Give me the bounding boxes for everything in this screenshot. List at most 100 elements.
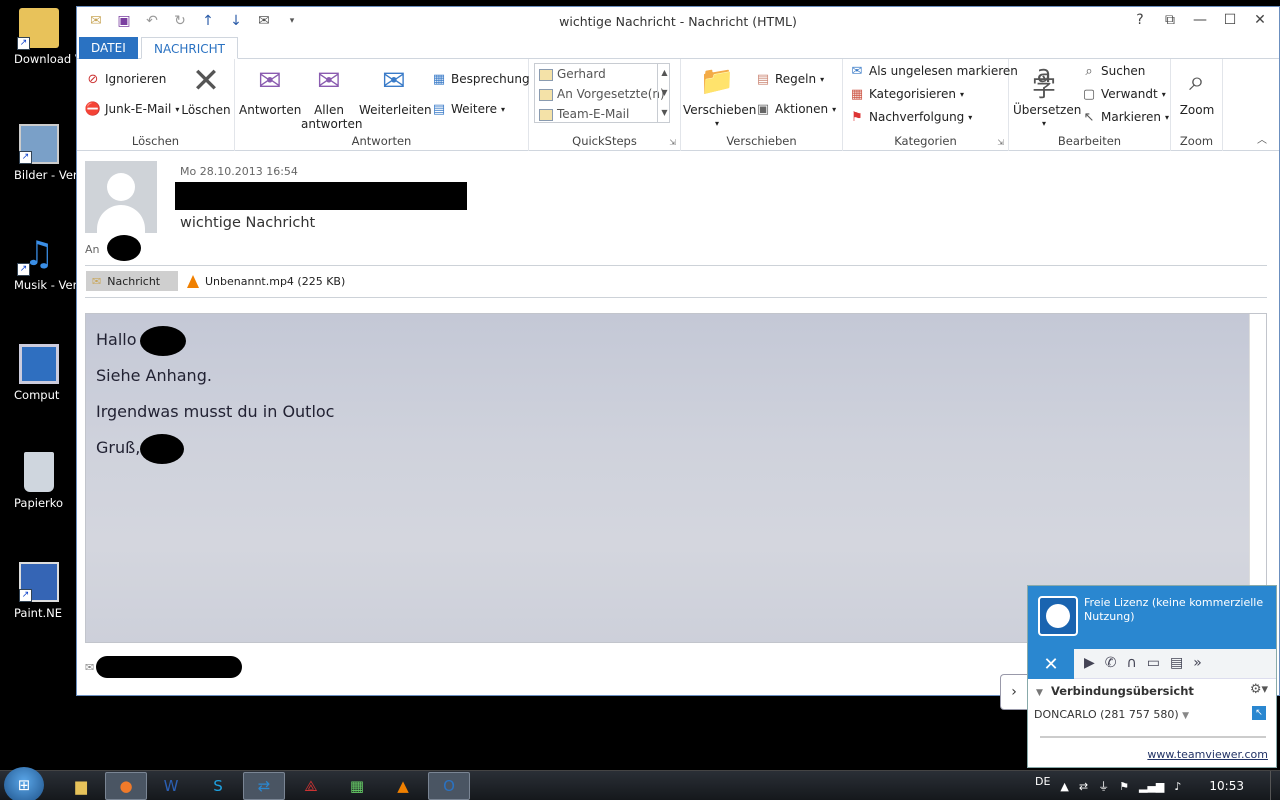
dialog-launcher-icon[interactable]: ⇲: [997, 138, 1004, 147]
translate-button[interactable]: a字 Übersetzen ▾: [1013, 60, 1081, 131]
delete-button[interactable]: ✕ Löschen: [181, 63, 231, 117]
teamviewer-link[interactable]: www.teamviewer.com: [1147, 748, 1268, 761]
follow-up-button[interactable]: ⚑ Nachverfolgung ▾: [849, 109, 972, 125]
tab-file[interactable]: DATEI: [79, 37, 138, 59]
cursor-icon: ↖: [1083, 109, 1095, 125]
ribbon-display-icon[interactable]: ⧉: [1155, 9, 1185, 31]
video-icon[interactable]: ▶: [1084, 655, 1095, 671]
group-label: Bearbeiten: [1057, 134, 1122, 148]
ignore-button[interactable]: ⊘ Ignorieren: [85, 71, 167, 87]
maximize-button[interactable]: ☐: [1215, 9, 1245, 31]
zoom-button[interactable]: ⌕ Zoom: [1175, 63, 1219, 118]
translate-icon: a字: [1032, 60, 1056, 102]
dropdown-icon: ▾: [1161, 89, 1166, 99]
desktop-icon-pictures[interactable]: ↗ Bilder - Verkn: [0, 124, 78, 182]
chat-icon[interactable]: ▭: [1147, 655, 1160, 671]
actions-button[interactable]: ▣ Aktionen ▾: [755, 101, 836, 117]
quickstep-gerhard[interactable]: Gerhard: [535, 64, 669, 84]
volume-icon[interactable]: ♪: [1174, 780, 1181, 793]
desktop-icon-paintnet[interactable]: ↗ Paint.NE: [0, 562, 78, 620]
to-label: An: [85, 243, 100, 256]
skype-icon[interactable]: S: [197, 772, 239, 800]
group-label: QuickSteps: [572, 134, 637, 148]
divider: [85, 265, 1267, 266]
collapse-ribbon-icon[interactable]: ︿: [1257, 131, 1267, 146]
group-label: Löschen: [131, 134, 180, 148]
rules-icon: ▤: [756, 71, 770, 87]
signature-redacted: [140, 434, 184, 464]
pointer-icon[interactable]: ↖: [1252, 706, 1266, 720]
pictures-icon: ↗: [19, 124, 59, 164]
junk-button[interactable]: ⛔ Junk-E-Mail ▾: [85, 101, 179, 117]
junk-icon: ⛔: [84, 101, 102, 117]
desktop-icon-music[interactable]: ♫↗ Musik - Verkn: [0, 234, 78, 292]
more-button[interactable]: ▤ Weitere ▾: [431, 101, 505, 117]
start-button[interactable]: ⊞: [4, 767, 44, 800]
related-button[interactable]: ▢ Verwandt ▾: [1081, 86, 1166, 102]
reply-button[interactable]: ✉ Antworten: [239, 63, 301, 118]
more-icon[interactable]: »: [1193, 655, 1202, 671]
categorize-button[interactable]: ▦ Kategorisieren ▾: [849, 86, 964, 102]
expand-panel-button[interactable]: ›: [1000, 674, 1027, 710]
network-plug-icon[interactable]: ⏚: [1098, 778, 1109, 794]
headset-icon[interactable]: ∩: [1127, 655, 1137, 671]
show-desktop-button[interactable]: [1270, 771, 1280, 800]
picasa-icon[interactable]: ▦: [336, 772, 378, 800]
reply-all-button[interactable]: ✉ Allen antworten: [301, 63, 362, 132]
phone-icon[interactable]: ✆: [1105, 655, 1117, 671]
delete-x-icon: ✕: [191, 61, 221, 101]
select-button[interactable]: ↖ Markieren ▾: [1081, 109, 1169, 125]
gallery-more-icon[interactable]: ▼: [658, 103, 671, 123]
gear-icon[interactable]: ⚙▾: [1250, 682, 1268, 697]
language-indicator[interactable]: DE: [1035, 775, 1050, 788]
close-session-button[interactable]: ✕: [1028, 649, 1074, 679]
message-tab[interactable]: ✉ Nachricht: [86, 271, 178, 291]
reply-icon: ✉: [258, 64, 282, 97]
dropdown-icon: ▾: [501, 104, 506, 114]
recipient-redacted: [107, 235, 141, 261]
flag-tray-icon[interactable]: ⚑: [1119, 780, 1129, 793]
tray-expand-icon[interactable]: ▲: [1060, 780, 1068, 793]
meeting-button[interactable]: ▦ Besprechung: [431, 71, 530, 87]
firefox-icon[interactable]: ●: [105, 772, 147, 800]
scroll-up-icon[interactable]: ▲: [658, 63, 671, 83]
outlook-icon[interactable]: O: [428, 772, 470, 800]
close-button[interactable]: ✕: [1245, 9, 1275, 31]
group-label: Zoom: [1179, 134, 1214, 148]
vlc-taskbar-icon[interactable]: ▲: [382, 772, 424, 800]
body-line-attachment: Siehe Anhang.: [96, 366, 212, 385]
quickstep-team[interactable]: Team-E-Mail: [535, 104, 669, 124]
mark-unread-button[interactable]: ✉ Als ungelesen markieren: [849, 63, 1018, 79]
scroll-down-icon[interactable]: ▼: [658, 83, 671, 103]
actions-icon: ▣: [756, 101, 770, 117]
quicksteps-scroll: ▲ ▼ ▼: [657, 63, 671, 123]
teamviewer-tray-icon[interactable]: ⇄: [1079, 780, 1088, 793]
clock[interactable]: 10:53: [1209, 779, 1244, 793]
help-button[interactable]: ?: [1125, 9, 1155, 31]
teamviewer-taskbar-icon[interactable]: ⇄: [243, 772, 285, 800]
partner-entry[interactable]: DONCARLO (281 757 580) ▼: [1034, 708, 1189, 721]
desktop-icon-downloads[interactable]: ↗ Download Verknüpfu: [0, 8, 78, 66]
binoculars-icon: ⌕: [1085, 63, 1093, 79]
minimize-button[interactable]: —: [1185, 9, 1215, 31]
wifi-icon[interactable]: ▂▄▆: [1139, 780, 1164, 793]
teamviewer-panel: Freie Lizenz (keine kommerzielle Nutzung…: [1027, 585, 1277, 768]
word-icon[interactable]: W: [150, 772, 192, 800]
tab-message[interactable]: NACHRICHT: [141, 37, 238, 59]
acrobat-icon[interactable]: ⟁: [290, 772, 332, 800]
attachment-item[interactable]: Unbenannt.mp4 (225 KB): [187, 271, 345, 291]
forward-button[interactable]: ✉ Weiterleiten: [359, 63, 432, 118]
meeting-icon: ▦: [432, 71, 446, 87]
find-button[interactable]: ⌕ Suchen: [1081, 63, 1145, 79]
rules-button[interactable]: ▤ Regeln ▾: [755, 71, 824, 87]
license-text: Freie Lizenz (keine kommerzielle Nutzung…: [1084, 596, 1264, 623]
ribbon: ⊘ Ignorieren ⛔ Junk-E-Mail ▾ ✕ Löschen Lö…: [77, 59, 1279, 151]
move-button[interactable]: 📁 Verschieben ▾: [683, 63, 756, 131]
explorer-icon[interactable]: ▆: [60, 772, 102, 800]
file-transfer-icon[interactable]: ▤: [1170, 655, 1183, 671]
desktop-icon-recycle-bin[interactable]: Papierko: [0, 452, 78, 510]
quickstep-manager[interactable]: An Vorgesetzte(n): [535, 84, 669, 104]
dialog-launcher-icon[interactable]: ⇲: [669, 138, 676, 147]
desktop-icon-computer[interactable]: Comput: [0, 344, 78, 402]
connection-overview[interactable]: ▼ Verbindungsübersicht: [1036, 684, 1194, 698]
